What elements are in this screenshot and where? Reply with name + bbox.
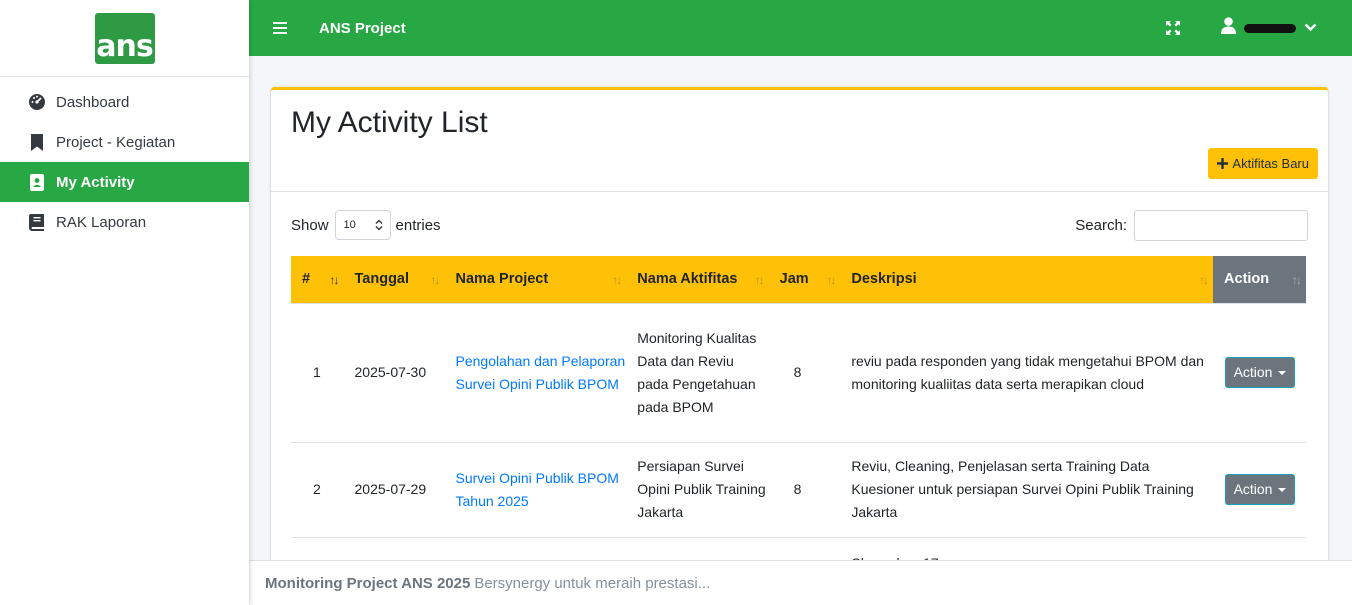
sort-icon: ↑↓ [826,273,836,287]
project-link[interactable]: Survei Opini Publik BPOM Tahun 2025 [456,470,619,509]
cell-action: Action [1213,302,1306,442]
action-dropdown-button[interactable]: Action [1225,357,1296,388]
app-title: ANS Project [319,19,406,37]
sidebar-item-rak-laporan[interactable]: RAK Laporan [0,202,249,242]
cell-num: 2 [291,441,344,537]
ans-logo[interactable]: ans [94,12,155,64]
bookmark-icon [28,133,46,151]
action-label: Action [1233,364,1273,380]
cell-jam: 8 [768,441,841,537]
partial-description: Sharenkan 17 [851,552,1213,561]
table-row: 1 2025-07-30 Pengolahan dan Pelaporan Su… [291,302,1306,442]
table-row: 2 2025-07-29 Survei Opini Publik BPOM Ta… [291,441,1306,537]
search-control: Search: [1075,210,1308,241]
cell-deskripsi: Reviu, Cleaning, Penjelasan serta Traini… [840,441,1214,537]
entries-value: 10 [343,219,356,231]
table-row-partial: Sharenkan 17 [291,536,1306,561]
chevron-down-icon [1304,19,1317,37]
sidebar-nav: Dashboard Project - Kegiatan My Activity… [0,77,249,242]
action-label: Action [1233,481,1273,497]
sidebar-item-my-activity[interactable]: My Activity [0,162,249,202]
cell-deskripsi: Sharenkan 17 [840,536,1214,561]
cell-project: Pengolahan dan Pelaporan Survei Opini Pu… [444,302,627,442]
hamburger-icon[interactable] [273,22,287,34]
topbar: ANS Project [249,0,1352,56]
book-icon [28,213,46,231]
cell-tanggal: 2025-07-30 [343,302,445,442]
new-activity-label: Aktifitas Baru [1232,156,1309,171]
footer-brand: Monitoring Project ANS 2025 [265,574,471,592]
sidebar-item-label: My Activity [56,173,135,191]
expand-icon[interactable] [1166,21,1180,40]
user-menu[interactable] [1221,17,1317,39]
footer: Monitoring Project ANS 2025 Bersynergy u… [249,560,1352,605]
id-badge-icon [28,173,46,191]
user-icon [1221,17,1236,39]
entries-label: entries [395,216,441,234]
sort-icon: ↑↓ [1199,273,1209,287]
activity-table: # ↑↓ Tanggal ↑↓ Nama Project ↑↓ Nama Aktifi… [291,256,1306,560]
caret-down-icon [1278,370,1287,375]
dashboard-icon [28,93,46,111]
cell-num: 1 [291,302,344,442]
show-label: Show [291,216,329,234]
select-arrows-icon [375,219,383,234]
sidebar-item-label: Dashboard [56,93,130,111]
cell-jam: 8 [768,302,841,442]
username-redacted [1244,23,1296,33]
action-dropdown-button[interactable]: Action [1225,474,1296,505]
plus-icon [1217,158,1229,169]
entries-select[interactable]: 10 [334,210,391,240]
cell-tanggal: 2025-07-29 [343,441,445,537]
sidebar-item-label: Project - Kegiatan [56,133,176,151]
column-header-jam[interactable]: Jam ↑↓ [768,256,841,303]
sort-icon: ↑↓ [430,273,441,287]
cell-aktifitas: Monitoring Kualitas Data dan Reviu pada … [626,302,769,442]
card-header: My Activity List Aktifitas Baru [271,90,1328,192]
sidebar-item-project-kegiatan[interactable]: Project - Kegiatan [0,122,249,162]
sort-icon: ↑↓ [1292,273,1302,287]
sidebar-item-label: RAK Laporan [56,213,147,231]
cell-aktifitas: Persiapan Survei Opini Publik Training J… [626,441,769,537]
sort-asc-icon: ↑↓ [329,273,340,287]
column-header-tanggal[interactable]: Tanggal ↑↓ [343,256,445,303]
sidebar: ans Dashboard Project - Kegiatan My Acti… [0,0,249,605]
column-header-nama-project[interactable]: Nama Project ↑↓ [444,256,627,303]
footer-tagline: Bersynergy untuk meraih prestasi... [474,574,711,592]
search-input[interactable] [1134,210,1308,241]
brand-area: ans [0,0,249,77]
cell-action: Action [1213,441,1306,537]
column-header-num[interactable]: # ↑↓ [291,256,344,303]
new-activity-button[interactable]: Aktifitas Baru [1208,148,1318,179]
column-header-action[interactable]: Action ↑↓ [1213,256,1306,303]
sort-icon: ↑↓ [612,273,622,287]
caret-down-icon [1278,487,1287,492]
logo-text: ans [96,28,153,64]
sort-icon: ↑↓ [754,273,765,287]
project-link[interactable]: Pengolahan dan Pelaporan Survei Opini Pu… [456,353,626,392]
cell-deskripsi: reviu pada responden yang tidak mengetah… [840,302,1214,442]
main-content: My Activity List Aktifitas Baru Show 10 … [249,56,1352,560]
sidebar-item-dashboard[interactable]: Dashboard [0,82,249,122]
column-header-nama-aktifitas[interactable]: Nama Aktifitas ↑↓ [626,256,769,303]
search-label: Search: [1075,217,1127,234]
page-title: My Activity List [291,106,488,139]
activity-card: My Activity List Aktifitas Baru Show 10 … [271,87,1328,560]
column-header-deskripsi[interactable]: Deskripsi ↑↓ [840,256,1214,303]
table-header-row: # ↑↓ Tanggal ↑↓ Nama Project ↑↓ Nama Aktifi… [291,256,1306,303]
cell-project: Survei Opini Publik BPOM Tahun 2025 [444,441,627,537]
length-control: Show 10 entries [291,210,441,240]
